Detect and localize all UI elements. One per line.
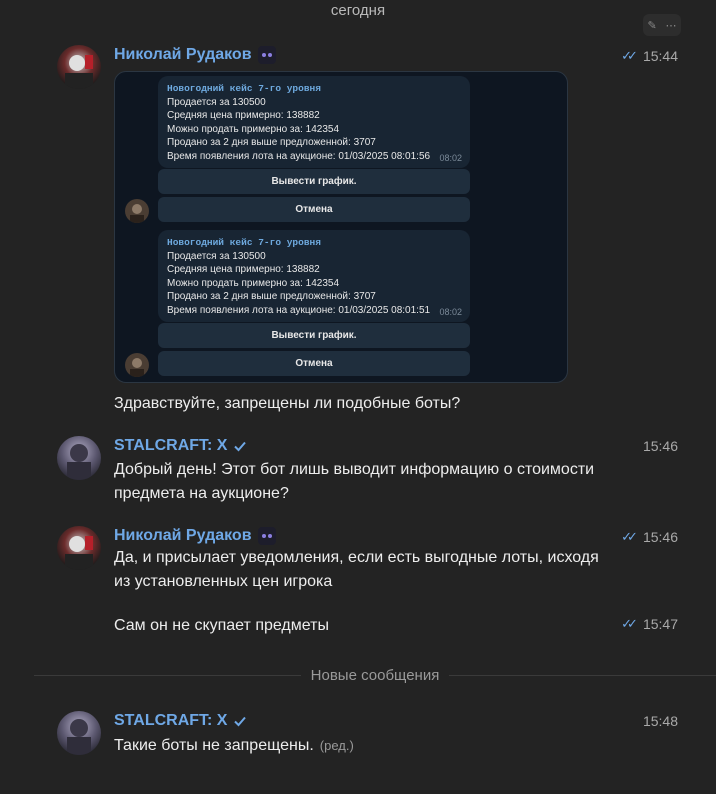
message-text: Да, и присылает уведомления, если есть в…: [114, 549, 599, 590]
cancel-button: Отмена: [158, 351, 470, 376]
double-check-icon: ✓✓: [621, 616, 638, 631]
message-text: Добрый день! Этот бот лишь выводит инфор…: [114, 461, 595, 502]
avatar[interactable]: [57, 526, 101, 570]
message-time: ✓✓ 15:46: [621, 529, 678, 545]
message-text: Сам он не скупает предметы: [114, 617, 329, 634]
pencil-icon[interactable]: ✎: [647, 19, 656, 32]
author-name[interactable]: STALCRAFT: X: [114, 712, 247, 730]
author-name[interactable]: Николай Рудаков: [114, 527, 276, 545]
message-time: 15:48: [642, 713, 678, 729]
edited-label: (ред.): [319, 738, 354, 753]
author-name[interactable]: STALCRAFT: X: [114, 437, 247, 455]
author-name[interactable]: Николай Рудаков: [114, 46, 276, 64]
message-time: ✓✓ 15:44: [621, 48, 678, 64]
double-check-icon: ✓✓: [621, 48, 638, 63]
message-time: 15:46: [642, 438, 678, 454]
new-messages-separator: Новые сообщения: [34, 665, 716, 685]
avatar[interactable]: [57, 436, 101, 480]
emoji-status-icon: [257, 527, 276, 545]
avatar[interactable]: [57, 45, 101, 89]
avatar: [125, 199, 149, 223]
message-time: ✓✓ 15:47: [621, 616, 678, 632]
screenshot-attachment[interactable]: Новогодний кейс 7-го уровня Продается за…: [114, 71, 568, 383]
avatar: [125, 353, 149, 377]
bot-card: Новогодний кейс 7-го уровня Продается за…: [158, 76, 470, 168]
show-chart-button: Вывести график.: [158, 169, 470, 194]
message-text: Такие боты не запрещены. (ред.): [114, 737, 354, 754]
verified-icon: [234, 716, 247, 727]
cancel-button: Отмена: [158, 197, 470, 222]
message-hover-toolbar: ✎ ⋯: [643, 14, 681, 36]
show-chart-button: Вывести график.: [158, 323, 470, 348]
more-icon[interactable]: ⋯: [666, 19, 677, 32]
message-text: Здравствуйте, запрещены ли подобные боты…: [114, 395, 461, 412]
verified-icon: [234, 441, 247, 452]
bot-card: Новогодний кейс 7-го уровня Продается за…: [158, 230, 470, 322]
day-separator: сегодня: [330, 2, 386, 19]
emoji-status-icon: [257, 46, 276, 64]
double-check-icon: ✓✓: [621, 529, 638, 544]
avatar[interactable]: [57, 711, 101, 755]
